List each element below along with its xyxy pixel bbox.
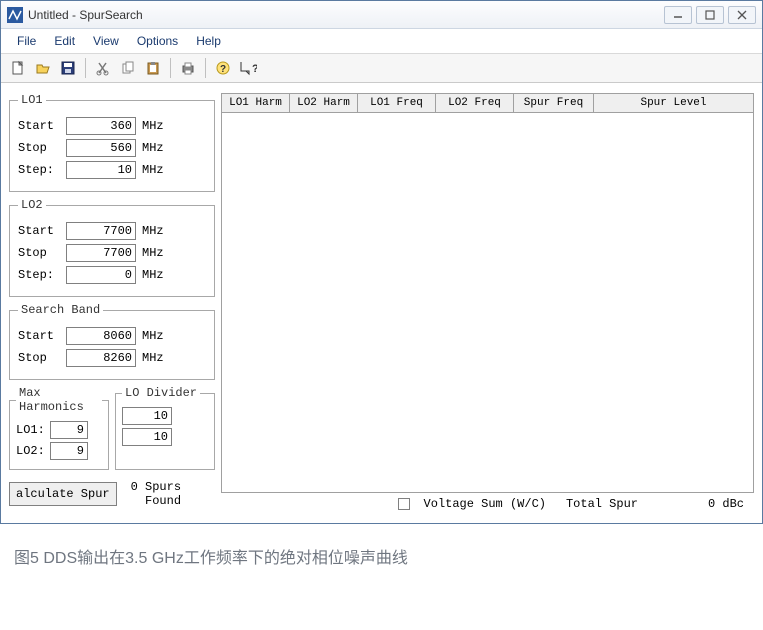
lo1-start-label: Start — [18, 119, 66, 133]
max-harmonics-group: Max Harmonics LO1: LO2: — [9, 386, 109, 470]
status-bar: Voltage Sum (W/C) Total Spur 0 dBc — [221, 493, 754, 517]
band-start-label: Start — [18, 329, 66, 343]
svg-text:?: ? — [252, 63, 257, 75]
titlebar: Untitled - SpurSearch — [1, 1, 762, 29]
lo1-stop-label: Stop — [18, 141, 66, 155]
lo2-start-unit: MHz — [142, 224, 164, 238]
save-icon[interactable] — [57, 57, 79, 79]
cut-icon[interactable] — [92, 57, 114, 79]
band-stop-unit: MHz — [142, 351, 164, 365]
lo1-stop-unit: MHz — [142, 141, 164, 155]
max-harmonics-legend: Max Harmonics — [16, 386, 102, 414]
col-lo1-freq[interactable]: LO1 Freq — [358, 94, 436, 112]
col-lo2-harm[interactable]: LO2 Harm — [290, 94, 358, 112]
figure-caption: 图5 DDS输出在3.5 GHz工作频率下的绝对相位噪声曲线 — [0, 524, 763, 588]
calculate-spur-button[interactable]: alculate Spur — [9, 482, 117, 506]
menu-edit[interactable]: Edit — [46, 32, 83, 50]
table-body[interactable] — [221, 113, 754, 493]
voltage-sum-checkbox[interactable] — [398, 498, 410, 510]
lo-divider-group: LO Divider — [115, 386, 215, 470]
menu-view[interactable]: View — [85, 32, 127, 50]
menu-help[interactable]: Help — [188, 32, 229, 50]
lo2-step-unit: MHz — [142, 268, 164, 282]
menubar: File Edit View Options Help — [1, 29, 762, 53]
lo2-stop-unit: MHz — [142, 246, 164, 260]
toolbar-separator — [170, 58, 171, 78]
search-band-group: Search Band Start MHz Stop MHz — [9, 303, 215, 380]
band-stop-input[interactable] — [66, 349, 136, 367]
copy-icon[interactable] — [117, 57, 139, 79]
col-lo2-freq[interactable]: LO2 Freq — [436, 94, 514, 112]
lo2-start-input[interactable] — [66, 222, 136, 240]
band-start-input[interactable] — [66, 327, 136, 345]
minimize-button[interactable] — [664, 6, 692, 24]
toolbar: ? ? — [1, 53, 762, 83]
band-start-unit: MHz — [142, 329, 164, 343]
lo1-start-input[interactable] — [66, 117, 136, 135]
col-spur-level[interactable]: Spur Level — [594, 94, 753, 112]
lo1-start-unit: MHz — [142, 119, 164, 133]
table-header: LO1 Harm LO2 Harm LO1 Freq LO2 Freq Spur… — [221, 93, 754, 113]
new-icon[interactable] — [7, 57, 29, 79]
lo1-stop-input[interactable] — [66, 139, 136, 157]
maxharm-lo1-label: LO1: — [16, 423, 50, 437]
lo2-group: LO2 Start MHz Stop MHz Step: MHz — [9, 198, 215, 297]
total-spur-label: Total Spur — [566, 497, 638, 511]
menu-options[interactable]: Options — [129, 32, 186, 50]
voltage-sum-label: Voltage Sum (W/C) — [424, 497, 546, 511]
help-icon[interactable]: ? — [212, 57, 234, 79]
lodiv-2-input[interactable] — [122, 428, 172, 446]
menu-file[interactable]: File — [9, 32, 44, 50]
col-spur-freq[interactable]: Spur Freq — [514, 94, 594, 112]
lo1-step-label: Step: — [18, 163, 66, 177]
svg-text:?: ? — [220, 64, 226, 75]
lo1-legend: LO1 — [18, 93, 46, 107]
total-spur-value: 0 dBc — [708, 497, 744, 511]
app-icon — [7, 7, 23, 23]
maxharm-lo1-input[interactable] — [50, 421, 88, 439]
toolbar-separator — [85, 58, 86, 78]
close-button[interactable] — [728, 6, 756, 24]
lo1-step-input[interactable] — [66, 161, 136, 179]
lo2-stop-label: Stop — [18, 246, 66, 260]
toolbar-separator — [205, 58, 206, 78]
maxharm-lo2-input[interactable] — [50, 442, 88, 460]
spurs-found-text: 0 Spurs Found — [131, 480, 181, 509]
search-band-legend: Search Band — [18, 303, 103, 317]
window-title: Untitled - SpurSearch — [28, 8, 664, 22]
lo2-legend: LO2 — [18, 198, 46, 212]
lo2-start-label: Start — [18, 224, 66, 238]
maximize-button[interactable] — [696, 6, 724, 24]
col-lo1-harm[interactable]: LO1 Harm — [222, 94, 290, 112]
lo1-step-unit: MHz — [142, 163, 164, 177]
maxharm-lo2-label: LO2: — [16, 444, 50, 458]
whatsthis-icon[interactable]: ? — [237, 57, 259, 79]
lo2-step-label: Step: — [18, 268, 66, 282]
lo2-stop-input[interactable] — [66, 244, 136, 262]
lodiv-1-input[interactable] — [122, 407, 172, 425]
paste-icon[interactable] — [142, 57, 164, 79]
open-icon[interactable] — [32, 57, 54, 79]
print-icon[interactable] — [177, 57, 199, 79]
lo-divider-legend: LO Divider — [122, 386, 200, 400]
lo1-group: LO1 Start MHz Stop MHz Step: MHz — [9, 93, 215, 192]
band-stop-label: Stop — [18, 351, 66, 365]
lo2-step-input[interactable] — [66, 266, 136, 284]
